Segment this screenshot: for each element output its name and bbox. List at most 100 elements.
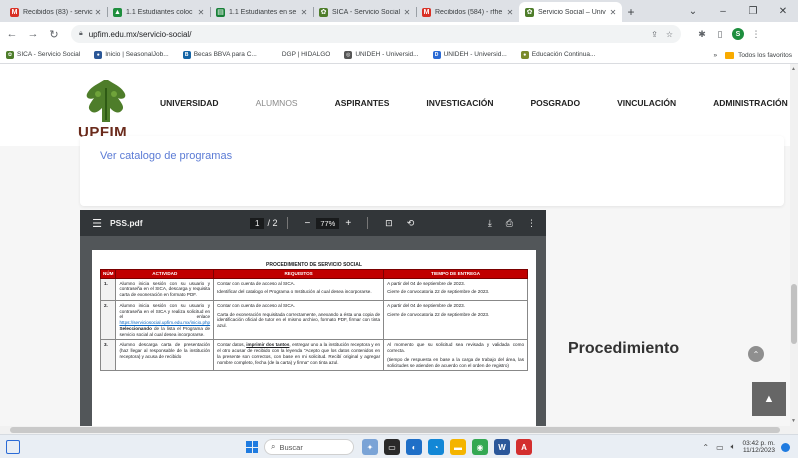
- browser-tab[interactable]: ▲ 1.1 Estudiantes coloc ✕: [107, 2, 210, 22]
- file-explorer-icon[interactable]: ▬: [450, 439, 466, 455]
- clock[interactable]: 03:42 p. m. 11/12/2023: [742, 440, 775, 455]
- download-icon[interactable]: ⤓: [488, 218, 492, 229]
- bookmark-item[interactable]: DGP | HIDALGO: [270, 50, 330, 59]
- nav-item-administracion[interactable]: ADMINISTRACIÓN: [713, 98, 788, 108]
- scrollbar-thumb[interactable]: [10, 427, 780, 433]
- address-bar[interactable]: 🔒︎ upfim.edu.mx/servicio-social/ ⇪ ☆: [71, 25, 681, 43]
- close-tab-icon[interactable]: ✕: [299, 8, 309, 17]
- pdf-toolbar: ☰ PSS.pdf 1 / 2 − 77% + ⊡ ⟲ ⤓ ⎙ ⋮: [80, 210, 546, 236]
- tab-title: 1.1 Estudiantes en se: [229, 8, 297, 16]
- tab-strip: M Recibidos (83) - servic ✕ ▲ 1.1 Estudiante…: [0, 0, 798, 22]
- upfim-icon: ✿: [319, 7, 328, 17]
- gmail-icon: M: [10, 7, 19, 17]
- widgets-icon[interactable]: [6, 440, 20, 454]
- nav-item-vinculacion[interactable]: VINCULACIÓN: [617, 98, 676, 108]
- windows-start-icon[interactable]: [246, 441, 258, 453]
- zoom-in-button[interactable]: +: [345, 218, 351, 229]
- activity-cell: Alumno descarga carta de presentación (h…: [115, 339, 215, 372]
- back-arrow-icon[interactable]: ←: [3, 25, 21, 43]
- task-view-icon[interactable]: ▭: [384, 439, 400, 455]
- reload-icon[interactable]: ↻: [45, 25, 63, 43]
- delivery-time-cell: A partir del 04 de septiembre de 2023. C…: [383, 277, 528, 301]
- bookmark-item[interactable]: ● Inicio | SeasonalJob...: [94, 50, 169, 59]
- chevron-up-icon[interactable]: ⌃: [748, 346, 764, 362]
- zoom-level-input[interactable]: 77%: [316, 217, 340, 229]
- hamburger-menu-icon[interactable]: ☰: [84, 217, 110, 230]
- close-tab-icon[interactable]: ✕: [196, 8, 206, 17]
- upfim-icon: ✿: [525, 7, 534, 17]
- volume-icon[interactable]: 🔈︎: [731, 442, 736, 452]
- print-icon[interactable]: ⎙: [506, 218, 513, 229]
- bookmark-item[interactable]: ◎ UNIDEH - Universid...: [344, 50, 419, 59]
- close-tab-icon[interactable]: ✕: [402, 8, 412, 17]
- nav-item-universidad[interactable]: UNIVERSIDAD: [160, 98, 219, 108]
- close-window-button[interactable]: ✕: [768, 0, 798, 22]
- bookmark-favicon-icon: B: [182, 50, 191, 59]
- all-bookmarks-button[interactable]: Todos los favoritos: [738, 52, 792, 59]
- tab-search-icon[interactable]: ⌄: [678, 0, 708, 22]
- network-icon[interactable]: ▭: [716, 443, 724, 452]
- back-to-top-button[interactable]: ▲: [752, 382, 786, 416]
- activity-text: Alumno inicia sesión con su usuario y co…: [119, 302, 211, 320]
- bookmarks-more-button[interactable]: »: [714, 52, 718, 59]
- bookmark-star-icon[interactable]: ☆: [666, 30, 673, 39]
- copilot-icon[interactable]: ✦: [362, 439, 378, 455]
- browser-tab[interactable]: ▤ 1.1 Estudiantes en se ✕: [210, 2, 313, 22]
- close-tab-icon[interactable]: ✕: [505, 8, 515, 17]
- forward-arrow-icon[interactable]: →: [24, 25, 42, 43]
- time-line: Cierre de convocatoria 22 de septiembre …: [387, 311, 490, 317]
- browser-tab[interactable]: M Recibidos (584) - rfhe ✕: [416, 2, 519, 22]
- bookmark-item[interactable]: ● Educación Continua...: [520, 50, 595, 59]
- edge-icon[interactable]: ◔: [428, 439, 444, 455]
- vertical-scrollbar[interactable]: ▲ ▼: [790, 64, 798, 426]
- catalog-link[interactable]: Ver catalogo de programas: [100, 150, 232, 162]
- bookmark-item[interactable]: B Becas BBVA para C...: [182, 50, 257, 59]
- minimize-button[interactable]: –: [708, 0, 738, 22]
- new-tab-button[interactable]: +: [622, 2, 640, 22]
- browser-tab[interactable]: M Recibidos (83) - servic ✕: [4, 2, 107, 22]
- notification-icon[interactable]: [781, 442, 790, 452]
- browser-tab[interactable]: ✿ Servicio Social – Univ ✕: [519, 2, 622, 22]
- bookmark-label: Inicio | SeasonalJob...: [105, 51, 169, 58]
- share-icon[interactable]: ⇪: [651, 30, 658, 39]
- bookmark-favicon-icon: ●: [94, 50, 103, 59]
- horizontal-scrollbar[interactable]: [0, 426, 798, 434]
- taskbar-search[interactable]: ⌕ Buscar: [264, 439, 354, 455]
- url-text: upfim.edu.mx/servicio-social/: [88, 29, 192, 39]
- time-line: Cierre de convocatoria 22 de septiembre …: [387, 289, 490, 295]
- bookmark-favicon-icon: ●: [520, 50, 529, 59]
- chrome-icon[interactable]: ◉: [472, 439, 488, 455]
- nav-item-investigacion[interactable]: INVESTIGACIÓN: [426, 98, 493, 108]
- profile-avatar[interactable]: S: [732, 28, 744, 40]
- activity-bold-text: Seleccionando: [119, 325, 152, 331]
- scrollbar-thumb[interactable]: [791, 284, 797, 344]
- close-tab-icon[interactable]: ✕: [608, 8, 618, 17]
- side-panel-icon[interactable]: ▯: [711, 29, 729, 40]
- acrobat-icon[interactable]: A: [516, 439, 532, 455]
- nav-item-aspirantes[interactable]: ASPIRANTES: [335, 98, 390, 108]
- requirements-cell: Contar datos, imprimir dos tantos, entre…: [213, 339, 385, 372]
- extensions-icon[interactable]: ✱: [693, 29, 711, 40]
- bookmark-item[interactable]: ✿ SICA - Servicio Social: [6, 50, 80, 59]
- page-indicator: 1 / 2: [250, 217, 277, 229]
- bookmark-item[interactable]: D UNIDEH - Universid...: [432, 50, 507, 59]
- fit-page-icon[interactable]: ⊡: [385, 218, 393, 229]
- page-number-input[interactable]: 1: [250, 217, 265, 229]
- more-options-icon[interactable]: ⋮: [527, 218, 536, 229]
- bookmark-favicon-icon: [270, 50, 279, 59]
- scroll-down-icon[interactable]: ▼: [791, 418, 796, 424]
- menu-kebab-icon[interactable]: ⋮: [747, 29, 765, 40]
- rotate-icon[interactable]: ⟲: [407, 218, 415, 229]
- zoom-out-button[interactable]: −: [304, 218, 310, 229]
- scroll-up-icon[interactable]: ▲: [791, 66, 796, 72]
- nav-item-alumnos[interactable]: ALUMNOS: [256, 98, 298, 108]
- sica-link[interactable]: https://serviciosocial.upfim.edu.mx/inic…: [119, 320, 210, 325]
- teams-icon[interactable]: ◐: [406, 439, 422, 455]
- maximize-button[interactable]: ❐: [738, 0, 768, 22]
- close-tab-icon[interactable]: ✕: [93, 8, 103, 17]
- bookmark-label: UNIDEH - Universid...: [355, 51, 419, 58]
- chevron-up-icon[interactable]: ⌃: [702, 443, 709, 452]
- word-icon[interactable]: W: [494, 439, 510, 455]
- browser-tab[interactable]: ✿ SICA - Servicio Social ✕: [313, 2, 416, 22]
- nav-item-posgrado[interactable]: POSGRADO: [530, 98, 580, 108]
